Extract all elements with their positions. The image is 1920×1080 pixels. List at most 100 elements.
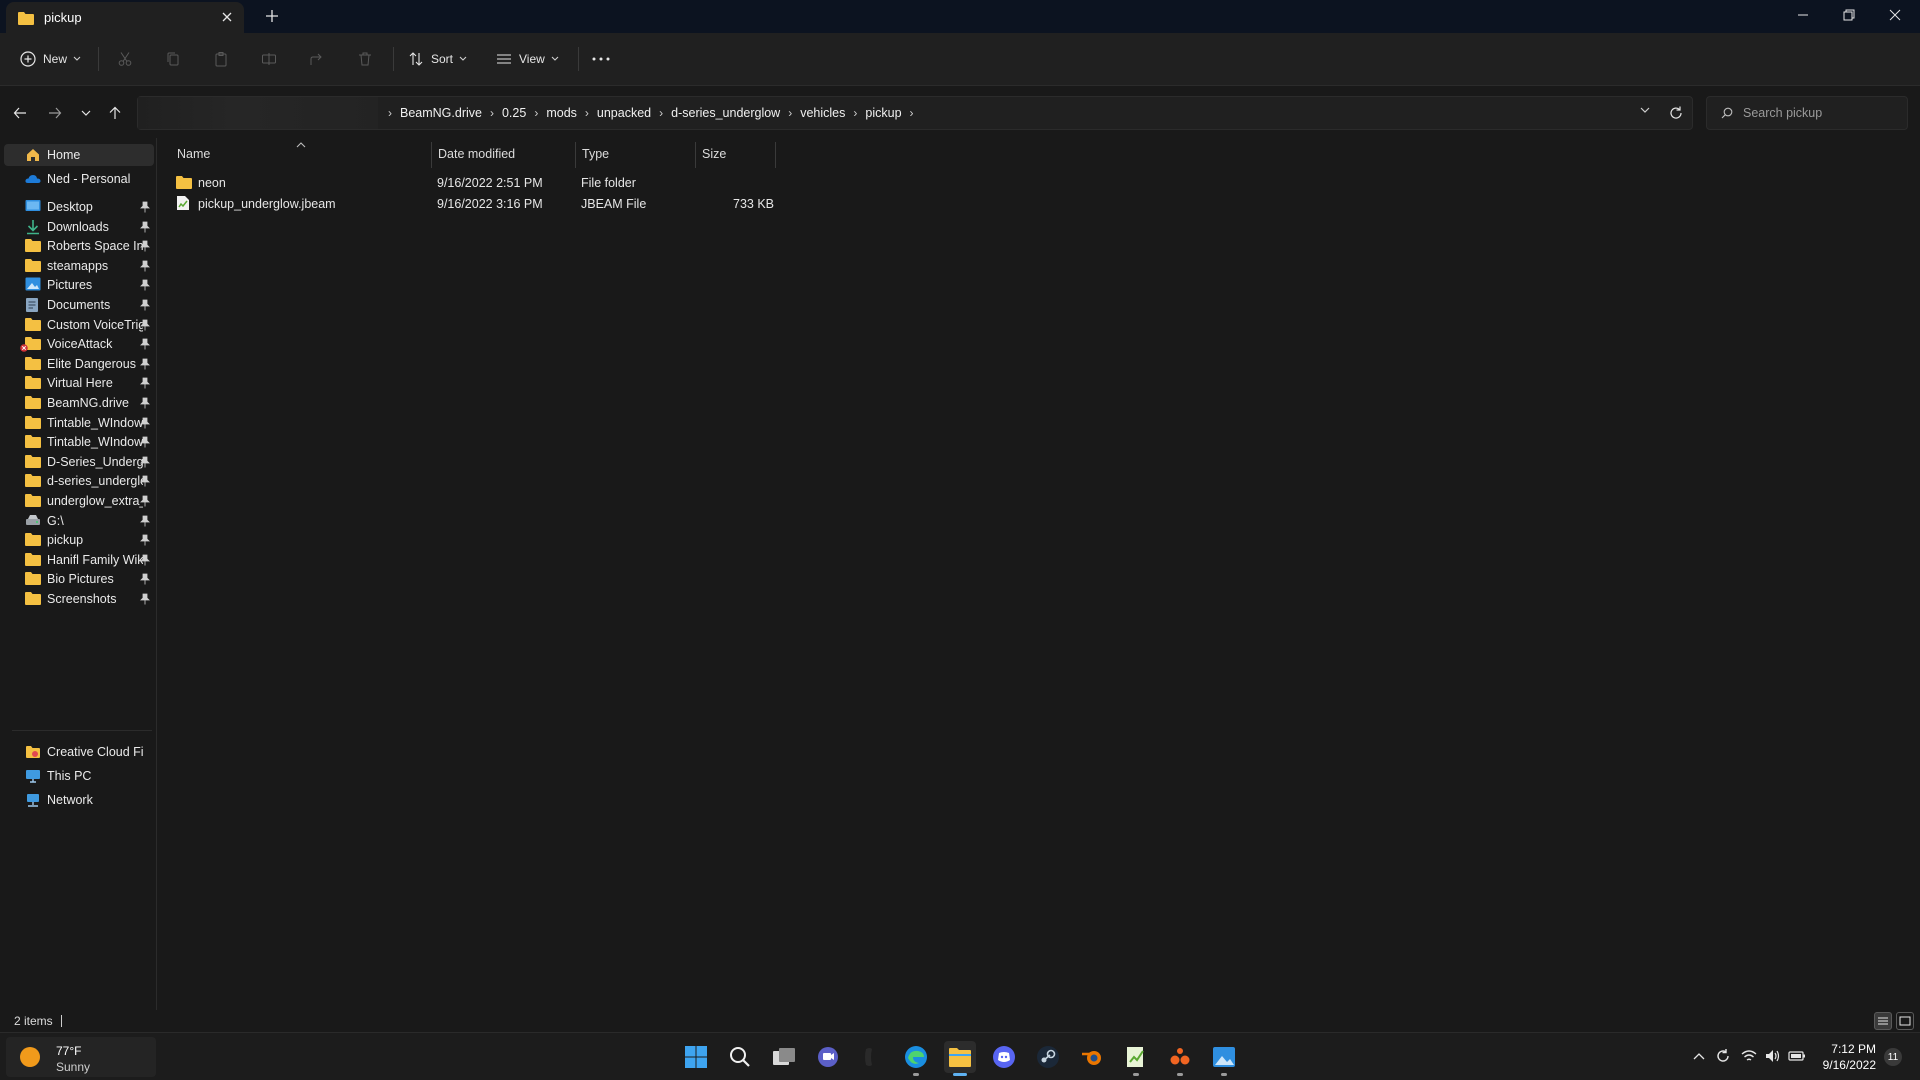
taskbar-search-icon[interactable] [724, 1041, 756, 1073]
more-options-button[interactable] [592, 47, 610, 71]
search-box[interactable] [1706, 96, 1908, 130]
breadcrumb-item[interactable]: unpacked [597, 106, 651, 120]
delete-button[interactable] [357, 47, 373, 71]
task-view-icon[interactable] [768, 1041, 800, 1073]
close-tab-icon[interactable] [220, 10, 234, 24]
pin-icon[interactable] [140, 338, 150, 350]
recent-locations-button[interactable] [76, 103, 96, 123]
blender-icon[interactable] [1076, 1041, 1108, 1073]
back-button[interactable] [10, 103, 30, 123]
breadcrumb-item[interactable]: pickup [865, 106, 901, 120]
pin-icon[interactable] [140, 397, 150, 409]
up-button[interactable] [105, 103, 125, 123]
pin-icon[interactable] [140, 299, 150, 311]
paste-button[interactable] [213, 47, 229, 71]
breadcrumb-item[interactable]: d-series_underglow [671, 106, 780, 120]
pin-icon[interactable] [140, 436, 150, 448]
search-input[interactable] [1743, 106, 1903, 120]
breadcrumb-chevron-icon[interactable]: › [788, 106, 792, 120]
pin-icon[interactable] [140, 240, 150, 252]
column-header-date[interactable]: Date modified [432, 138, 576, 170]
pin-icon[interactable] [140, 201, 150, 213]
sidebar-item-creative-cloud[interactable]: Creative Cloud Files [4, 741, 154, 763]
desktop-icon [25, 199, 41, 215]
tiles-view-button[interactable] [1896, 1012, 1914, 1030]
sidebar-item-home[interactable]: Home [4, 144, 154, 166]
pin-icon[interactable] [140, 417, 150, 429]
widgets-app-icon[interactable] [856, 1041, 888, 1073]
copy-button[interactable] [165, 47, 181, 71]
pin-icon[interactable] [140, 534, 150, 546]
breadcrumb-chevron-icon[interactable]: › [910, 106, 914, 120]
volume-icon[interactable] [1764, 1047, 1782, 1065]
breadcrumb-chevron-icon[interactable]: › [585, 106, 589, 120]
steam-icon[interactable] [1032, 1041, 1064, 1073]
pin-icon[interactable] [140, 221, 150, 233]
forward-button[interactable] [45, 103, 65, 123]
refresh-icon[interactable] [1668, 105, 1684, 121]
close-window-button[interactable] [1872, 0, 1918, 30]
pin-icon[interactable] [140, 475, 150, 487]
sidebar-item-network[interactable]: Network [4, 789, 154, 811]
breadcrumb-item[interactable]: 0.25 [502, 106, 526, 120]
pin-icon[interactable] [140, 279, 150, 291]
breadcrumb-chevron-icon[interactable]: › [534, 106, 538, 120]
sort-button[interactable]: Sort [408, 47, 467, 71]
pin-icon[interactable] [140, 495, 150, 507]
sidebar-item-onedrive[interactable]: Ned - Personal [4, 168, 154, 190]
pin-icon[interactable] [140, 319, 150, 331]
rename-button[interactable] [261, 47, 277, 71]
pin-icon[interactable] [140, 573, 150, 585]
notification-badge[interactable]: 11 [1884, 1048, 1902, 1066]
rename-icon [261, 51, 277, 67]
file-explorer-icon[interactable] [944, 1041, 976, 1076]
file-row[interactable]: pickup_underglow.jbeam 9/16/2022 3:16 PM… [168, 193, 938, 214]
breadcrumb-chevron-icon[interactable]: › [490, 106, 494, 120]
breadcrumb-chevron-icon[interactable]: › [659, 106, 663, 120]
pin-icon[interactable] [140, 456, 150, 468]
notepad-plus-plus-icon[interactable] [1120, 1041, 1152, 1076]
restore-button[interactable] [1826, 0, 1872, 30]
sidebar-item-label: Bio Pictures [47, 572, 114, 587]
breadcrumb-item[interactable]: BeamNG.drive [400, 106, 482, 120]
start-button[interactable] [680, 1041, 712, 1073]
breadcrumb-item[interactable]: mods [546, 106, 577, 120]
discord-icon[interactable] [988, 1041, 1020, 1073]
details-view-button[interactable] [1874, 1012, 1892, 1030]
pin-icon[interactable] [140, 554, 150, 566]
edge-browser-icon[interactable] [900, 1041, 932, 1076]
breadcrumb-chevron-icon[interactable]: › [853, 106, 857, 120]
new-tab-icon[interactable] [264, 8, 280, 24]
view-button[interactable]: View [496, 47, 559, 71]
share-button[interactable] [309, 47, 325, 71]
pin-icon[interactable] [140, 358, 150, 370]
folder-icon [25, 591, 41, 607]
weather-widget[interactable]: 77°F Sunny [6, 1037, 156, 1077]
photos-app-icon[interactable] [1208, 1041, 1240, 1076]
pin-icon[interactable] [140, 515, 150, 527]
minimize-button[interactable] [1780, 0, 1826, 30]
pin-icon[interactable] [140, 260, 150, 272]
wifi-icon[interactable] [1740, 1047, 1758, 1065]
column-divider[interactable] [775, 142, 776, 168]
new-button[interactable]: New [20, 47, 81, 71]
address-bar[interactable]: › BeamNG.drive › 0.25 › mods › unpacked … [137, 96, 1693, 130]
cut-button[interactable] [117, 47, 133, 71]
sidebar-item-this-pc[interactable]: This PC [4, 765, 154, 787]
clock[interactable]: 7:12 PM 9/16/2022 [1810, 1041, 1876, 1073]
sidebar-item-quick-access[interactable]: Screenshots [4, 588, 154, 610]
tab-pickup[interactable]: pickup [6, 2, 244, 33]
sync-icon[interactable] [1714, 1047, 1732, 1065]
breadcrumb-item[interactable]: vehicles [800, 106, 845, 120]
battery-icon[interactable] [1788, 1047, 1806, 1065]
address-history-chevron-icon[interactable] [1640, 106, 1650, 114]
column-header-size[interactable]: Size [696, 138, 776, 170]
app-orange-icon[interactable] [1164, 1041, 1196, 1076]
show-hidden-icons-chevron-icon[interactable] [1690, 1047, 1708, 1065]
teams-chat-icon[interactable] [812, 1041, 844, 1073]
pin-icon[interactable] [140, 377, 150, 389]
file-row[interactable]: neon 9/16/2022 2:51 PM File folder [168, 172, 938, 193]
column-header-type[interactable]: Type [576, 138, 696, 170]
toolbar-divider [578, 47, 579, 71]
pin-icon[interactable] [140, 593, 150, 605]
